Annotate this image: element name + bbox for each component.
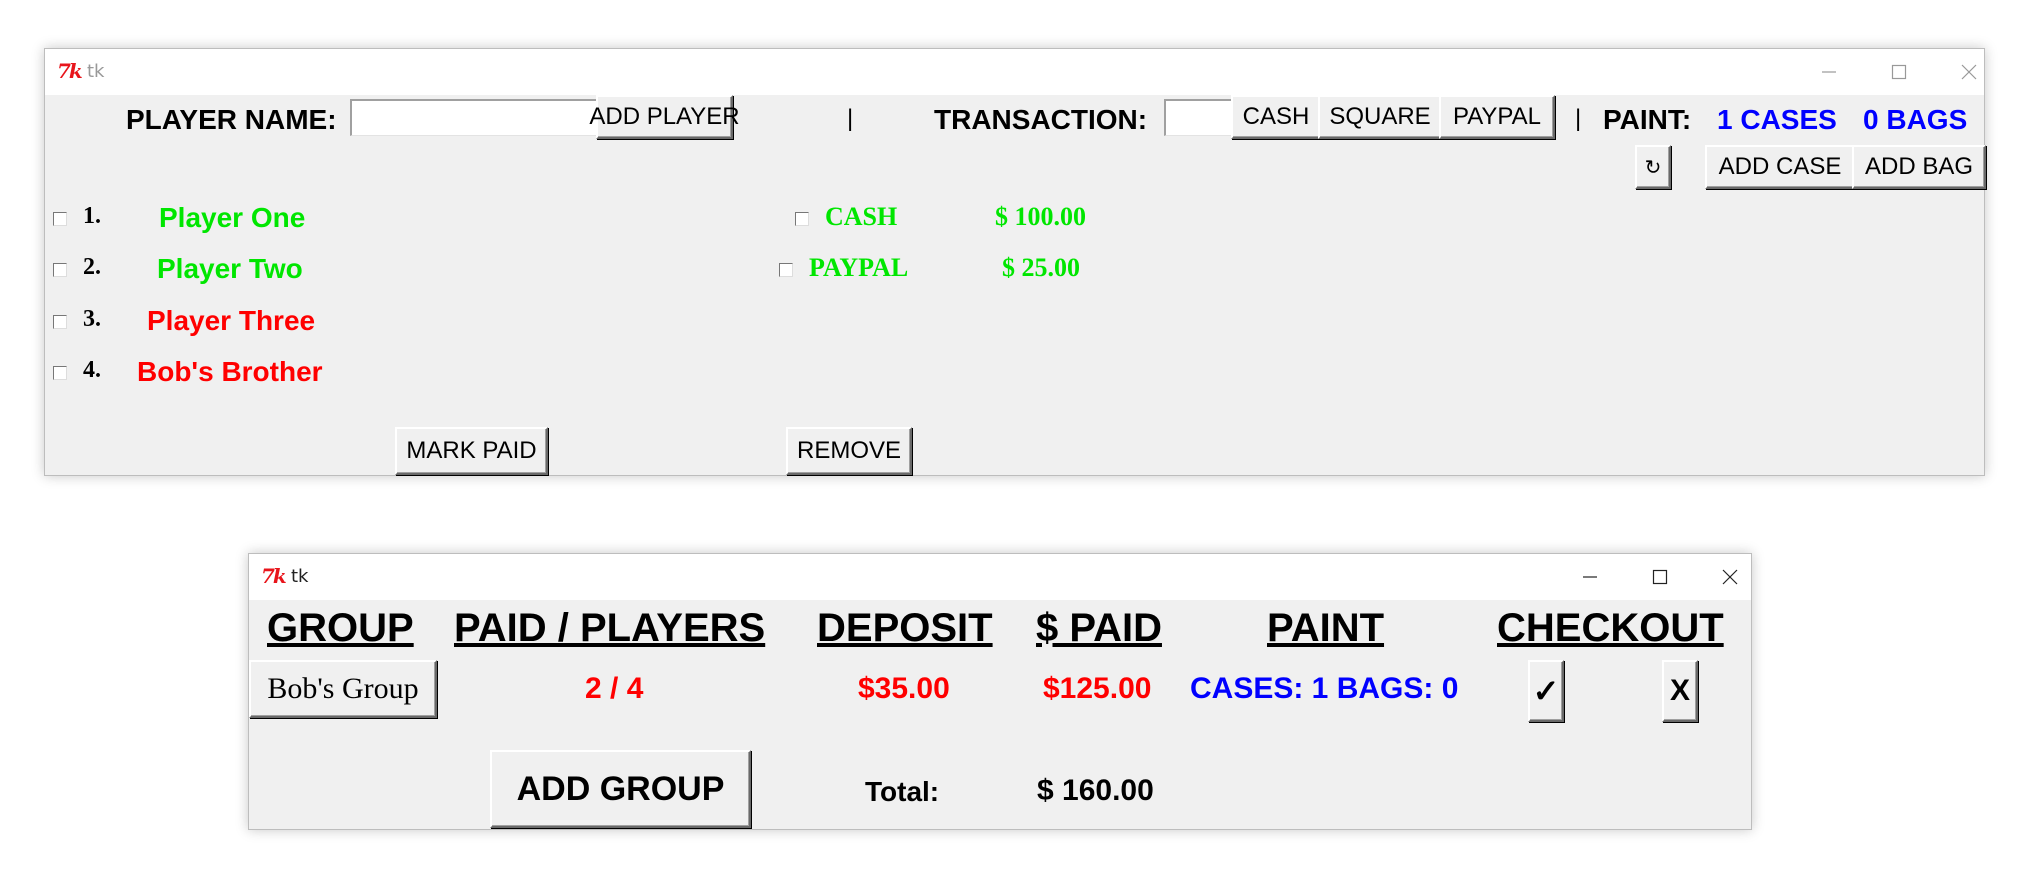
header-group: GROUP [267, 606, 414, 650]
window-title: tk [87, 61, 105, 82]
total-value: $ 160.00 [1037, 774, 1154, 807]
player-name: Player Three [147, 305, 316, 336]
transaction-checkbox-1[interactable] [795, 212, 809, 226]
title-bar: 7k tk [249, 554, 1751, 600]
reset-icon: ↻ [1644, 156, 1662, 179]
transaction-amount: $ 100.00 [995, 202, 1086, 231]
separator: | [1575, 105, 1582, 132]
paypal-button[interactable]: PAYPAL [1439, 95, 1555, 139]
paid-value: $125.00 [1043, 672, 1152, 705]
close-button[interactable] [1954, 57, 1984, 87]
maximize-button[interactable] [1884, 57, 1914, 87]
add-player-button[interactable]: ADD PLAYER [589, 95, 740, 139]
header-paint: PAINT [1267, 606, 1385, 650]
minimize-button[interactable] [1814, 57, 1844, 87]
deposit-value: $35.00 [858, 672, 950, 705]
header-deposit: DEPOSIT [817, 606, 993, 650]
transaction-label: TRANSACTION: [934, 104, 1148, 135]
paint-value: CASES: 1 BAGS: 0 [1190, 672, 1459, 705]
square-button[interactable]: SQUARE [1318, 95, 1442, 139]
window-title: tk [291, 566, 309, 587]
close-button[interactable] [1715, 562, 1745, 592]
player-number: 4. [83, 357, 101, 383]
header-paid: $ PAID [1036, 606, 1162, 650]
player-window: 7k tk PLAYER NAME: ADD PLAYER | TRANSACT… [44, 48, 1986, 476]
player-name-input[interactable] [350, 99, 602, 136]
group-window: 7k tk GROUP PAID / PLAYERS DEPOSIT $ PAI… [248, 553, 1752, 830]
player-name: Bob's Brother [137, 356, 323, 387]
player-checkbox-3[interactable] [53, 315, 67, 329]
player-name: Player Two [157, 253, 303, 284]
separator: | [847, 105, 854, 132]
checkout-cancel-button[interactable]: X [1662, 660, 1698, 722]
player-number: 2. [83, 254, 101, 280]
transaction-input[interactable] [1164, 99, 1234, 136]
player-number: 3. [83, 306, 101, 332]
player-name: Player One [159, 202, 306, 233]
paint-label: PAINT: [1603, 104, 1692, 135]
transaction-amount: $ 25.00 [1002, 253, 1080, 282]
transaction-checkbox-2[interactable] [779, 263, 793, 277]
remove-button[interactable]: REMOVE [786, 427, 912, 475]
transaction-method: CASH [825, 202, 898, 231]
title-bar: 7k tk [45, 49, 1984, 95]
minimize-button[interactable] [1575, 562, 1605, 592]
total-label: Total: [865, 776, 940, 807]
tk-logo-icon: 7k [261, 564, 287, 588]
reset-paint-button[interactable]: ↻ [1635, 145, 1671, 189]
header-checkout: CHECKOUT [1497, 606, 1724, 650]
checkmark-icon: ✓ [1532, 673, 1560, 709]
maximize-button[interactable] [1645, 562, 1675, 592]
add-bag-button[interactable]: ADD BAG [1852, 145, 1986, 189]
add-case-button[interactable]: ADD CASE [1705, 145, 1855, 189]
player-name-label: PLAYER NAME: [126, 104, 337, 135]
player-checkbox-2[interactable] [53, 263, 67, 277]
header-paid-players: PAID / PLAYERS [454, 606, 766, 650]
paint-cases-count: 1 CASES [1717, 104, 1837, 135]
paid-players-value: 2 / 4 [585, 672, 644, 705]
mark-paid-button[interactable]: MARK PAID [395, 427, 548, 475]
player-number: 1. [83, 203, 101, 229]
transaction-method: PAYPAL [809, 253, 909, 282]
cash-button[interactable]: CASH [1231, 95, 1321, 139]
player-checkbox-4[interactable] [53, 366, 67, 380]
checkout-confirm-button[interactable]: ✓ [1528, 660, 1564, 722]
group-button[interactable]: Bob's Group [249, 660, 437, 718]
add-group-button[interactable]: ADD GROUP [490, 750, 751, 828]
tk-logo-icon: 7k [57, 59, 83, 83]
player-checkbox-1[interactable] [53, 212, 67, 226]
paint-bags-count: 0 BAGS [1863, 104, 1968, 135]
